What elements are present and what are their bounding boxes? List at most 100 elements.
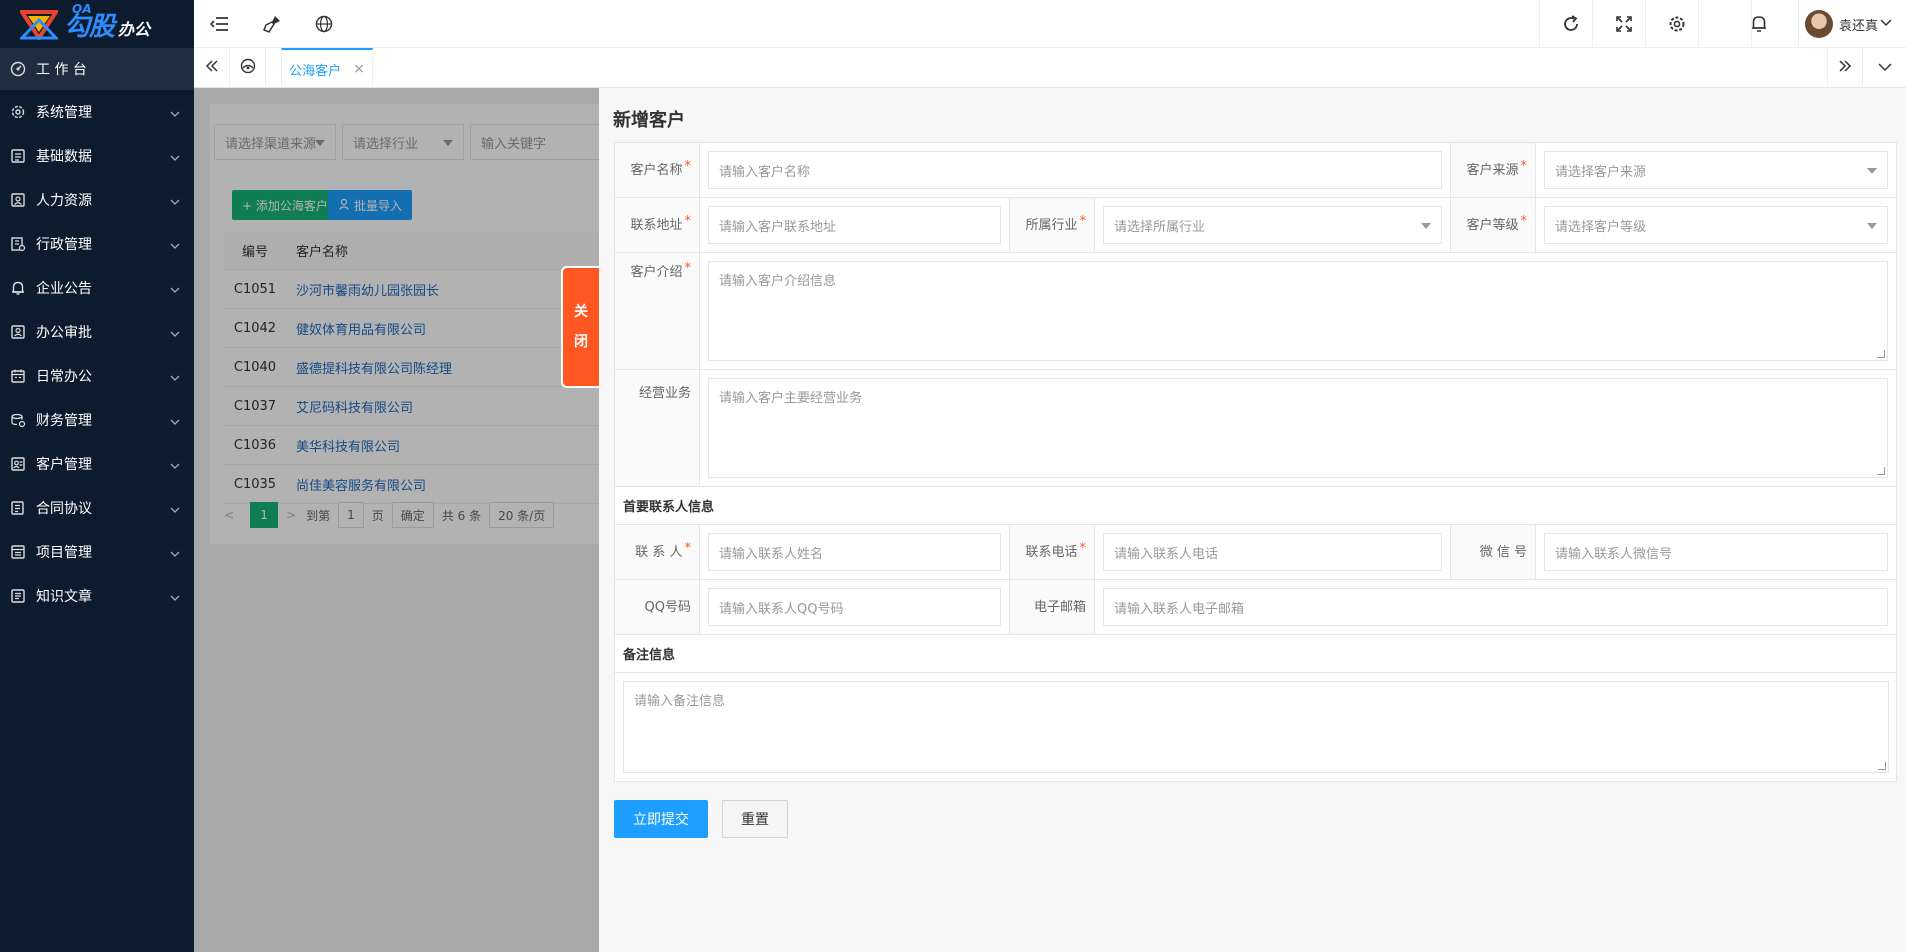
contact-email-input[interactable]: 请输入联系人电子邮箱 bbox=[1103, 588, 1888, 626]
contact-phone-input[interactable]: 请输入联系人电话 bbox=[1103, 533, 1442, 571]
user-menu[interactable]: 袁还真 bbox=[1804, 10, 1892, 38]
field-label: 电子邮箱 bbox=[1010, 580, 1095, 634]
label-text: 联系电话 bbox=[1025, 545, 1078, 560]
required-mark: * bbox=[1520, 214, 1528, 229]
required-mark: * bbox=[684, 159, 692, 174]
sidebar-item-dashboard[interactable]: 工 作 台 bbox=[0, 48, 194, 90]
sidebar-item-contract[interactable]: 合同协议 bbox=[0, 486, 194, 530]
sidebar-item-project[interactable]: 项目管理 bbox=[0, 530, 194, 574]
chevron-down-icon bbox=[1880, 17, 1892, 32]
sidebar-item-label: 企业公告 bbox=[36, 281, 92, 297]
sidebar-item-approval[interactable]: 办公审批 bbox=[0, 310, 194, 354]
close-drawer-button[interactable]: 关 闭 bbox=[561, 266, 599, 388]
required-mark: * bbox=[1079, 214, 1087, 229]
avatar bbox=[1804, 10, 1833, 38]
calendar-icon bbox=[10, 368, 26, 384]
reset-button[interactable]: 重置 bbox=[722, 800, 788, 838]
chevron-down-icon bbox=[170, 547, 180, 563]
settings-gear-icon[interactable] bbox=[1665, 12, 1689, 36]
customer-intro-textarea[interactable]: 请输入客户介绍信息 bbox=[708, 261, 1888, 361]
fullscreen-icon[interactable] bbox=[1612, 12, 1636, 36]
label-text: 客户来源 bbox=[1466, 163, 1519, 178]
contact-name-input[interactable]: 请输入联系人姓名 bbox=[708, 533, 1001, 571]
tab-label: 公海客户 bbox=[289, 63, 342, 79]
customer-grade-select[interactable]: 请选择客户等级 bbox=[1544, 206, 1888, 244]
sidebar: OA 勾股 办公 工 作 台 系统管理 基础数据 人力资源 行政管理 企业公告 … bbox=[0, 0, 194, 952]
field-label: 联 系 人 * bbox=[615, 525, 700, 579]
required-mark: * bbox=[684, 214, 692, 229]
sidebar-item-admin[interactable]: 行政管理 bbox=[0, 222, 194, 266]
globe-icon[interactable] bbox=[312, 12, 336, 36]
sidebar-item-label: 日常办公 bbox=[36, 369, 92, 385]
label-text: 联 系 人 bbox=[635, 545, 683, 560]
logo[interactable]: OA 勾股 办公 bbox=[0, 0, 194, 48]
remark-textarea[interactable]: 请输入备注信息 bbox=[623, 681, 1889, 773]
remark-section-title: 备注信息 bbox=[614, 634, 1897, 672]
sidebar-item-finance[interactable]: 财务管理 bbox=[0, 398, 194, 442]
sidebar-item-notice[interactable]: 企业公告 bbox=[0, 266, 194, 310]
chevron-down-icon bbox=[170, 107, 180, 123]
chevron-down-icon bbox=[170, 283, 180, 299]
tab-public-customers[interactable]: 公海客户 × bbox=[281, 48, 373, 88]
chevron-down-icon bbox=[170, 239, 180, 255]
chevron-down-icon bbox=[170, 371, 180, 387]
dashboard-icon bbox=[240, 58, 256, 78]
contact-wechat-input[interactable]: 请输入联系人微信号 bbox=[1544, 533, 1888, 571]
form-row: 客户介绍 * 请输入客户介绍信息 bbox=[614, 252, 1897, 369]
submit-button[interactable]: 立即提交 bbox=[614, 800, 708, 838]
close-label: 关 bbox=[574, 304, 588, 320]
sidebar-item-basic-data[interactable]: 基础数据 bbox=[0, 134, 194, 178]
top-header: 袁还真 bbox=[194, 0, 1906, 48]
field-label: 联系地址 * bbox=[615, 198, 700, 252]
label-text: 客户介绍 bbox=[630, 265, 683, 280]
label-text: QQ号码 bbox=[644, 600, 691, 615]
sidebar-item-label: 项目管理 bbox=[36, 545, 92, 561]
chevron-down-icon bbox=[1877, 61, 1892, 76]
dashboard-icon bbox=[10, 61, 26, 77]
chevron-down-icon bbox=[170, 195, 180, 211]
tab-home[interactable] bbox=[230, 48, 266, 88]
double-chevron-right-icon bbox=[1838, 59, 1852, 77]
tabs-dropdown[interactable] bbox=[1863, 48, 1906, 88]
clear-cache-icon[interactable] bbox=[260, 12, 284, 36]
chevron-down-icon bbox=[170, 327, 180, 343]
logo-mark-icon bbox=[18, 8, 60, 42]
label-text: 所属行业 bbox=[1025, 218, 1078, 233]
tabs-scroll-right[interactable] bbox=[1827, 48, 1863, 88]
add-customer-drawer: 新增客户 客户名称 * 请输入客户名称 客户来源 * 请选择客户来源 联系地址 * 请… bbox=[599, 88, 1906, 952]
form-row: 请输入备注信息 bbox=[614, 672, 1897, 782]
refresh-icon[interactable] bbox=[1559, 12, 1583, 36]
field-label: 客户等级 * bbox=[1451, 198, 1536, 252]
sidebar-item-knowledge[interactable]: 知识文章 bbox=[0, 574, 194, 618]
sidebar-item-label: 客户管理 bbox=[36, 457, 92, 473]
contact-qq-input[interactable]: 请输入联系人QQ号码 bbox=[708, 588, 1001, 626]
label-text: 经营业务 bbox=[638, 386, 691, 401]
form-row: QQ号码 请输入联系人QQ号码 电子邮箱 请输入联系人电子邮箱 bbox=[614, 579, 1897, 634]
sidebar-item-customer[interactable]: 客户管理 bbox=[0, 442, 194, 486]
customer-name-input[interactable]: 请输入客户名称 bbox=[708, 151, 1442, 189]
chevron-down-icon bbox=[170, 503, 180, 519]
required-mark: * bbox=[1520, 159, 1528, 174]
sidebar-item-daily[interactable]: 日常办公 bbox=[0, 354, 194, 398]
label-text: 客户名称 bbox=[630, 163, 683, 178]
address-input[interactable]: 请输入客户联系地址 bbox=[708, 206, 1001, 244]
required-mark: * bbox=[684, 261, 692, 276]
sidebar-item-hr[interactable]: 人力资源 bbox=[0, 178, 194, 222]
customer-source-select[interactable]: 请选择客户来源 bbox=[1544, 151, 1888, 189]
field-label: 客户来源 * bbox=[1451, 143, 1536, 197]
select-placeholder: 请选择客户等级 bbox=[1555, 219, 1647, 235]
logo-oa: OA bbox=[72, 2, 92, 16]
menu-fold-icon[interactable] bbox=[208, 12, 232, 36]
chevron-down-icon bbox=[170, 459, 180, 475]
sidebar-item-system[interactable]: 系统管理 bbox=[0, 90, 194, 134]
notification-bell-icon[interactable] bbox=[1747, 12, 1771, 36]
tab-close-icon[interactable]: × bbox=[353, 61, 365, 77]
approval-icon bbox=[10, 324, 26, 340]
customer-icon bbox=[10, 456, 26, 472]
industry-select[interactable]: 请选择所属行业 bbox=[1103, 206, 1442, 244]
form-row: 联 系 人 * 请输入联系人姓名 联系电话 * 请输入联系人电话 微 信 号 请输入… bbox=[614, 524, 1897, 579]
tabs-scroll-left[interactable] bbox=[194, 48, 230, 88]
field-label: 联系电话 * bbox=[1010, 525, 1095, 579]
modal-overlay[interactable] bbox=[194, 88, 599, 952]
business-textarea[interactable]: 请输入客户主要经营业务 bbox=[708, 378, 1888, 478]
